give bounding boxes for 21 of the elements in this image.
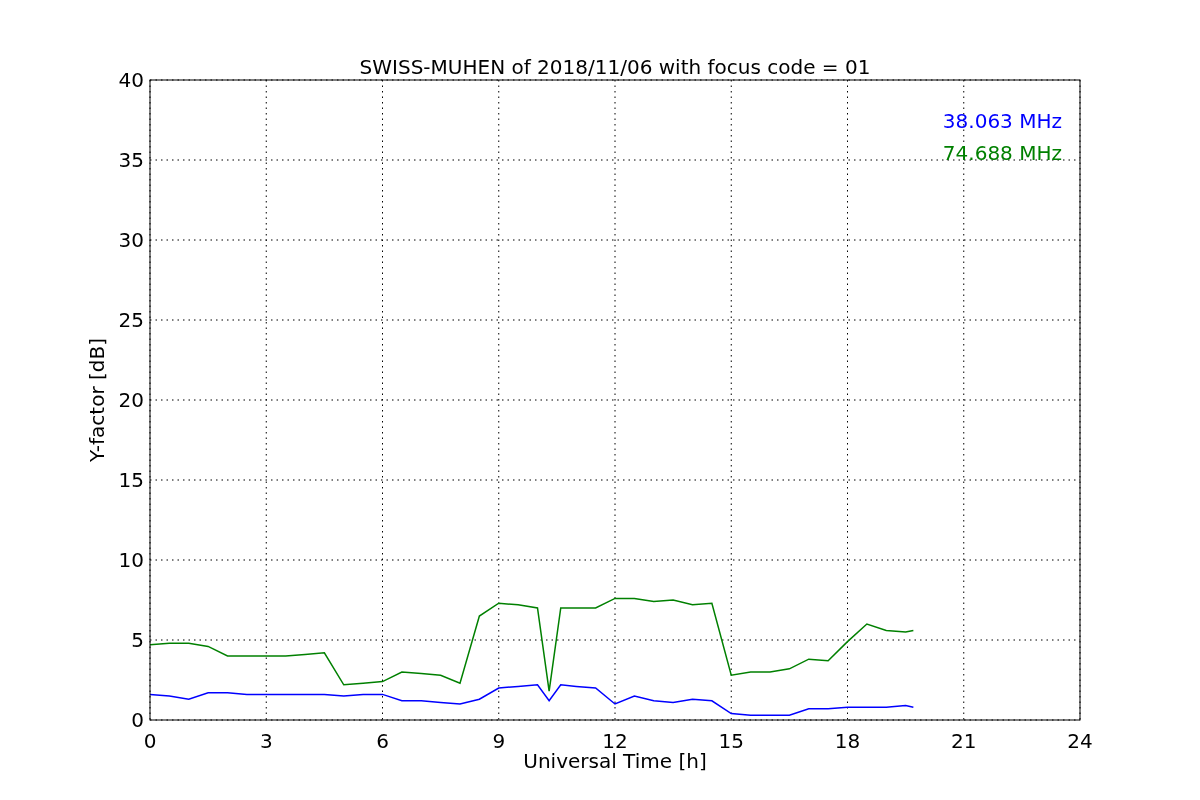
x-tick-label: 24	[1067, 729, 1093, 753]
x-tick-label: 6	[376, 729, 389, 753]
x-tick-label: 3	[259, 729, 273, 753]
legend-label: 74.688 MHz	[942, 141, 1062, 165]
chart-title: SWISS-MUHEN of 2018/11/06 with focus code = 01	[359, 55, 871, 79]
legend-label: 38.063 MHz	[942, 109, 1062, 133]
y-tick-label: 35	[118, 148, 144, 172]
x-tick-label: 21	[951, 729, 977, 753]
y-tick-label: 40	[118, 68, 144, 92]
y-tick-label: 30	[118, 228, 144, 252]
y-tick-label: 20	[118, 388, 144, 412]
y-tick-label: 0	[131, 708, 144, 732]
x-tick-label: 18	[834, 729, 861, 753]
y-axis-label: Y-factor [dB]	[85, 338, 109, 462]
x-tick-label: 9	[492, 729, 506, 753]
y-tick-label: 5	[131, 628, 144, 652]
x-tick-label: 0	[143, 729, 157, 753]
y-tick-label: 15	[118, 468, 144, 492]
y-tick-label: 10	[118, 548, 144, 572]
x-tick-label: 15	[718, 729, 744, 753]
y-tick-label: 25	[118, 308, 144, 332]
